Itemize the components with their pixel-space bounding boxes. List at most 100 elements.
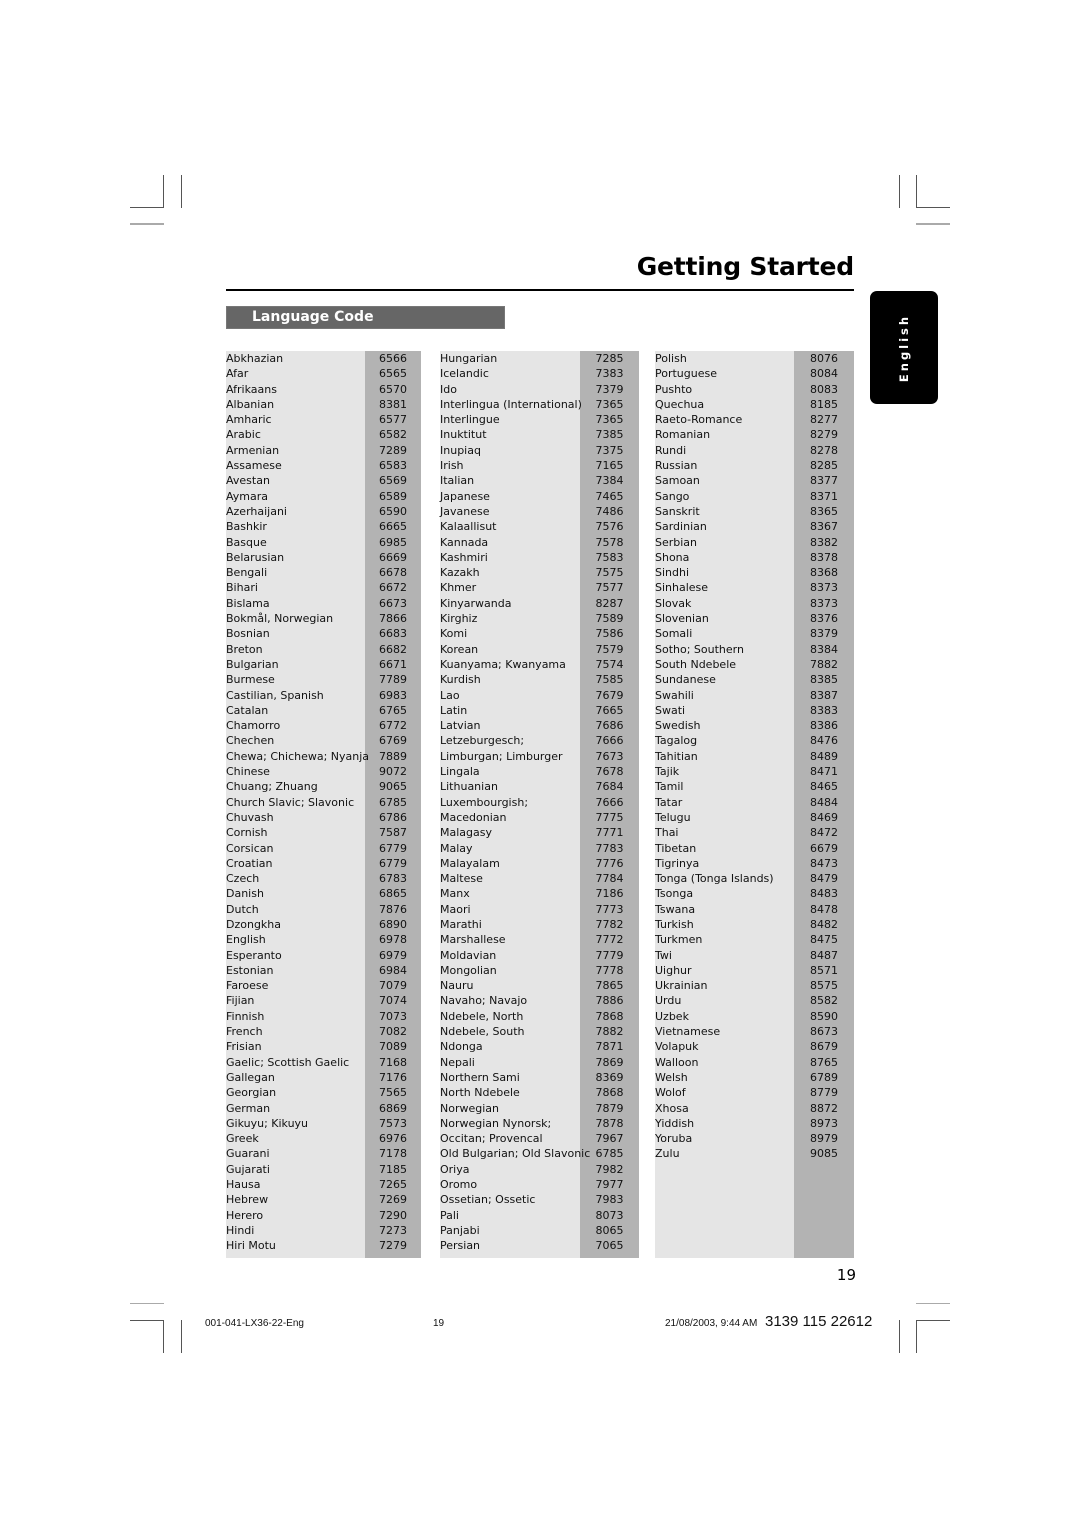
language-row: Malay 7783 bbox=[440, 841, 639, 856]
language-row: North Ndebele 7868 bbox=[440, 1085, 639, 1100]
language-code: 6669 bbox=[379, 550, 407, 564]
language-name: Hebrew bbox=[226, 1193, 269, 1207]
language-name: Tagalog bbox=[655, 734, 698, 748]
language-name: Faroese bbox=[226, 979, 269, 993]
language-name: Kurdish bbox=[440, 673, 481, 687]
language-row: Norwegian Nynorsk; 7878 bbox=[440, 1116, 639, 1131]
language-row: Ossetian; Ossetic 7983 bbox=[440, 1192, 639, 1207]
language-code: 8373 bbox=[810, 596, 838, 610]
language-name: Bihari bbox=[226, 581, 258, 595]
language-name: Wolof bbox=[655, 1086, 686, 1100]
crop-mark bbox=[899, 1320, 900, 1353]
language-code: 7967 bbox=[595, 1132, 624, 1146]
language-code: 7585 bbox=[595, 673, 624, 687]
language-code: 9085 bbox=[810, 1147, 838, 1161]
language-row: Luxembourgish; 7666 bbox=[440, 795, 639, 810]
language-name: Gujarati bbox=[226, 1162, 270, 1176]
language-row: Tsonga 8483 bbox=[655, 886, 854, 901]
language-name: Bislama bbox=[226, 596, 270, 610]
crop-mark bbox=[163, 175, 164, 208]
language-row: Navaho; Navajo 7886 bbox=[440, 993, 639, 1008]
language-name: Tatar bbox=[655, 795, 683, 809]
language-tab-label: English bbox=[897, 313, 911, 382]
language-code: 7186 bbox=[595, 887, 624, 901]
language-row: Afar 6565 bbox=[226, 366, 421, 381]
language-code: 6583 bbox=[379, 459, 407, 473]
language-name: Catalan bbox=[226, 703, 269, 717]
language-name: Malay bbox=[440, 841, 473, 855]
language-code: 8582 bbox=[810, 994, 838, 1008]
language-code: 7882 bbox=[810, 657, 838, 671]
language-row: Turkmen 8475 bbox=[655, 932, 854, 947]
language-code: 7385 bbox=[595, 428, 624, 442]
language-row: Ndebele, South 7882 bbox=[440, 1024, 639, 1039]
language-name: Nepali bbox=[440, 1055, 475, 1069]
language-code: 7365 bbox=[595, 397, 624, 411]
language-code: 6985 bbox=[379, 535, 407, 549]
language-code: 7290 bbox=[379, 1208, 407, 1222]
language-code: 8287 bbox=[595, 596, 624, 610]
language-name: Czech bbox=[226, 872, 260, 886]
language-row: Breton 6682 bbox=[226, 642, 421, 657]
language-name: Nauru bbox=[440, 979, 474, 993]
language-code: 6983 bbox=[379, 688, 407, 702]
footer-page: 19 bbox=[433, 1318, 445, 1329]
language-row: Polish 8076 bbox=[655, 351, 854, 366]
language-row: Gikuyu; Kikuyu 7573 bbox=[226, 1116, 421, 1131]
language-row: Albanian 8381 bbox=[226, 397, 421, 412]
language-row: Lao 7679 bbox=[440, 688, 639, 703]
language-row: Turkish 8482 bbox=[655, 917, 854, 932]
language-row: Avestan 6569 bbox=[226, 473, 421, 488]
language-name: French bbox=[226, 1025, 263, 1039]
language-name: Swahili bbox=[655, 688, 694, 702]
language-code: 8979 bbox=[810, 1132, 838, 1146]
language-row: Mongolian 7778 bbox=[440, 963, 639, 978]
language-code: 7178 bbox=[379, 1147, 407, 1161]
language-code: 8482 bbox=[810, 917, 838, 931]
language-row: Oromo 7977 bbox=[440, 1177, 639, 1192]
language-code: 7384 bbox=[595, 474, 624, 488]
language-name: Panjabi bbox=[440, 1223, 480, 1237]
language-name: Sotho; Southern bbox=[655, 642, 744, 656]
language-code: 7365 bbox=[595, 413, 624, 427]
crop-mark bbox=[916, 1320, 917, 1353]
language-name: Marshallese bbox=[440, 933, 506, 947]
language-name: Breton bbox=[226, 642, 263, 656]
language-row: Vietnamese 8673 bbox=[655, 1024, 854, 1039]
language-name: Estonian bbox=[226, 963, 274, 977]
language-name: Albanian bbox=[226, 397, 275, 411]
language-row: Swahili 8387 bbox=[655, 688, 854, 703]
language-code: 6577 bbox=[379, 413, 407, 427]
language-code: 6772 bbox=[379, 719, 407, 733]
language-name: Tamil bbox=[655, 780, 684, 794]
language-name: Gikuyu; Kikuyu bbox=[226, 1116, 309, 1130]
language-name: Sardinian bbox=[655, 520, 707, 534]
language-code: 7686 bbox=[595, 719, 624, 733]
language-name: Komi bbox=[440, 627, 468, 641]
language-name: Rundi bbox=[655, 443, 687, 457]
language-name: Ossetian; Ossetic bbox=[440, 1193, 536, 1207]
language-row: Czech 6783 bbox=[226, 871, 421, 886]
language-name: Northern Sami bbox=[440, 1070, 520, 1084]
language-row: Tatar 8484 bbox=[655, 795, 854, 810]
language-row: Croatian 6779 bbox=[226, 856, 421, 871]
language-row: Gujarati 7185 bbox=[226, 1162, 421, 1177]
language-name: Gaelic; Scottish Gaelic bbox=[226, 1055, 350, 1069]
language-row: Danish 6865 bbox=[226, 886, 421, 901]
language-row: Greek 6976 bbox=[226, 1131, 421, 1146]
language-row: Inupiaq 7375 bbox=[440, 443, 639, 458]
language-name: Marathi bbox=[440, 917, 482, 931]
language-name: Icelandic bbox=[440, 367, 489, 381]
language-name: Gallegan bbox=[226, 1070, 275, 1084]
language-row: Estonian 6984 bbox=[226, 963, 421, 978]
language-name: Norwegian bbox=[440, 1101, 499, 1115]
language-code: 8489 bbox=[810, 749, 838, 763]
language-name: Assamese bbox=[226, 459, 282, 473]
language-row: Kirghiz 7589 bbox=[440, 611, 639, 626]
language-name: Russian bbox=[655, 459, 698, 473]
language-row: Letzeburgesch; 7666 bbox=[440, 733, 639, 748]
language-row: Finnish 7073 bbox=[226, 1009, 421, 1024]
language-name: Japanese bbox=[440, 489, 490, 503]
language-name: Armenian bbox=[226, 443, 280, 457]
language-name: Danish bbox=[226, 887, 264, 901]
